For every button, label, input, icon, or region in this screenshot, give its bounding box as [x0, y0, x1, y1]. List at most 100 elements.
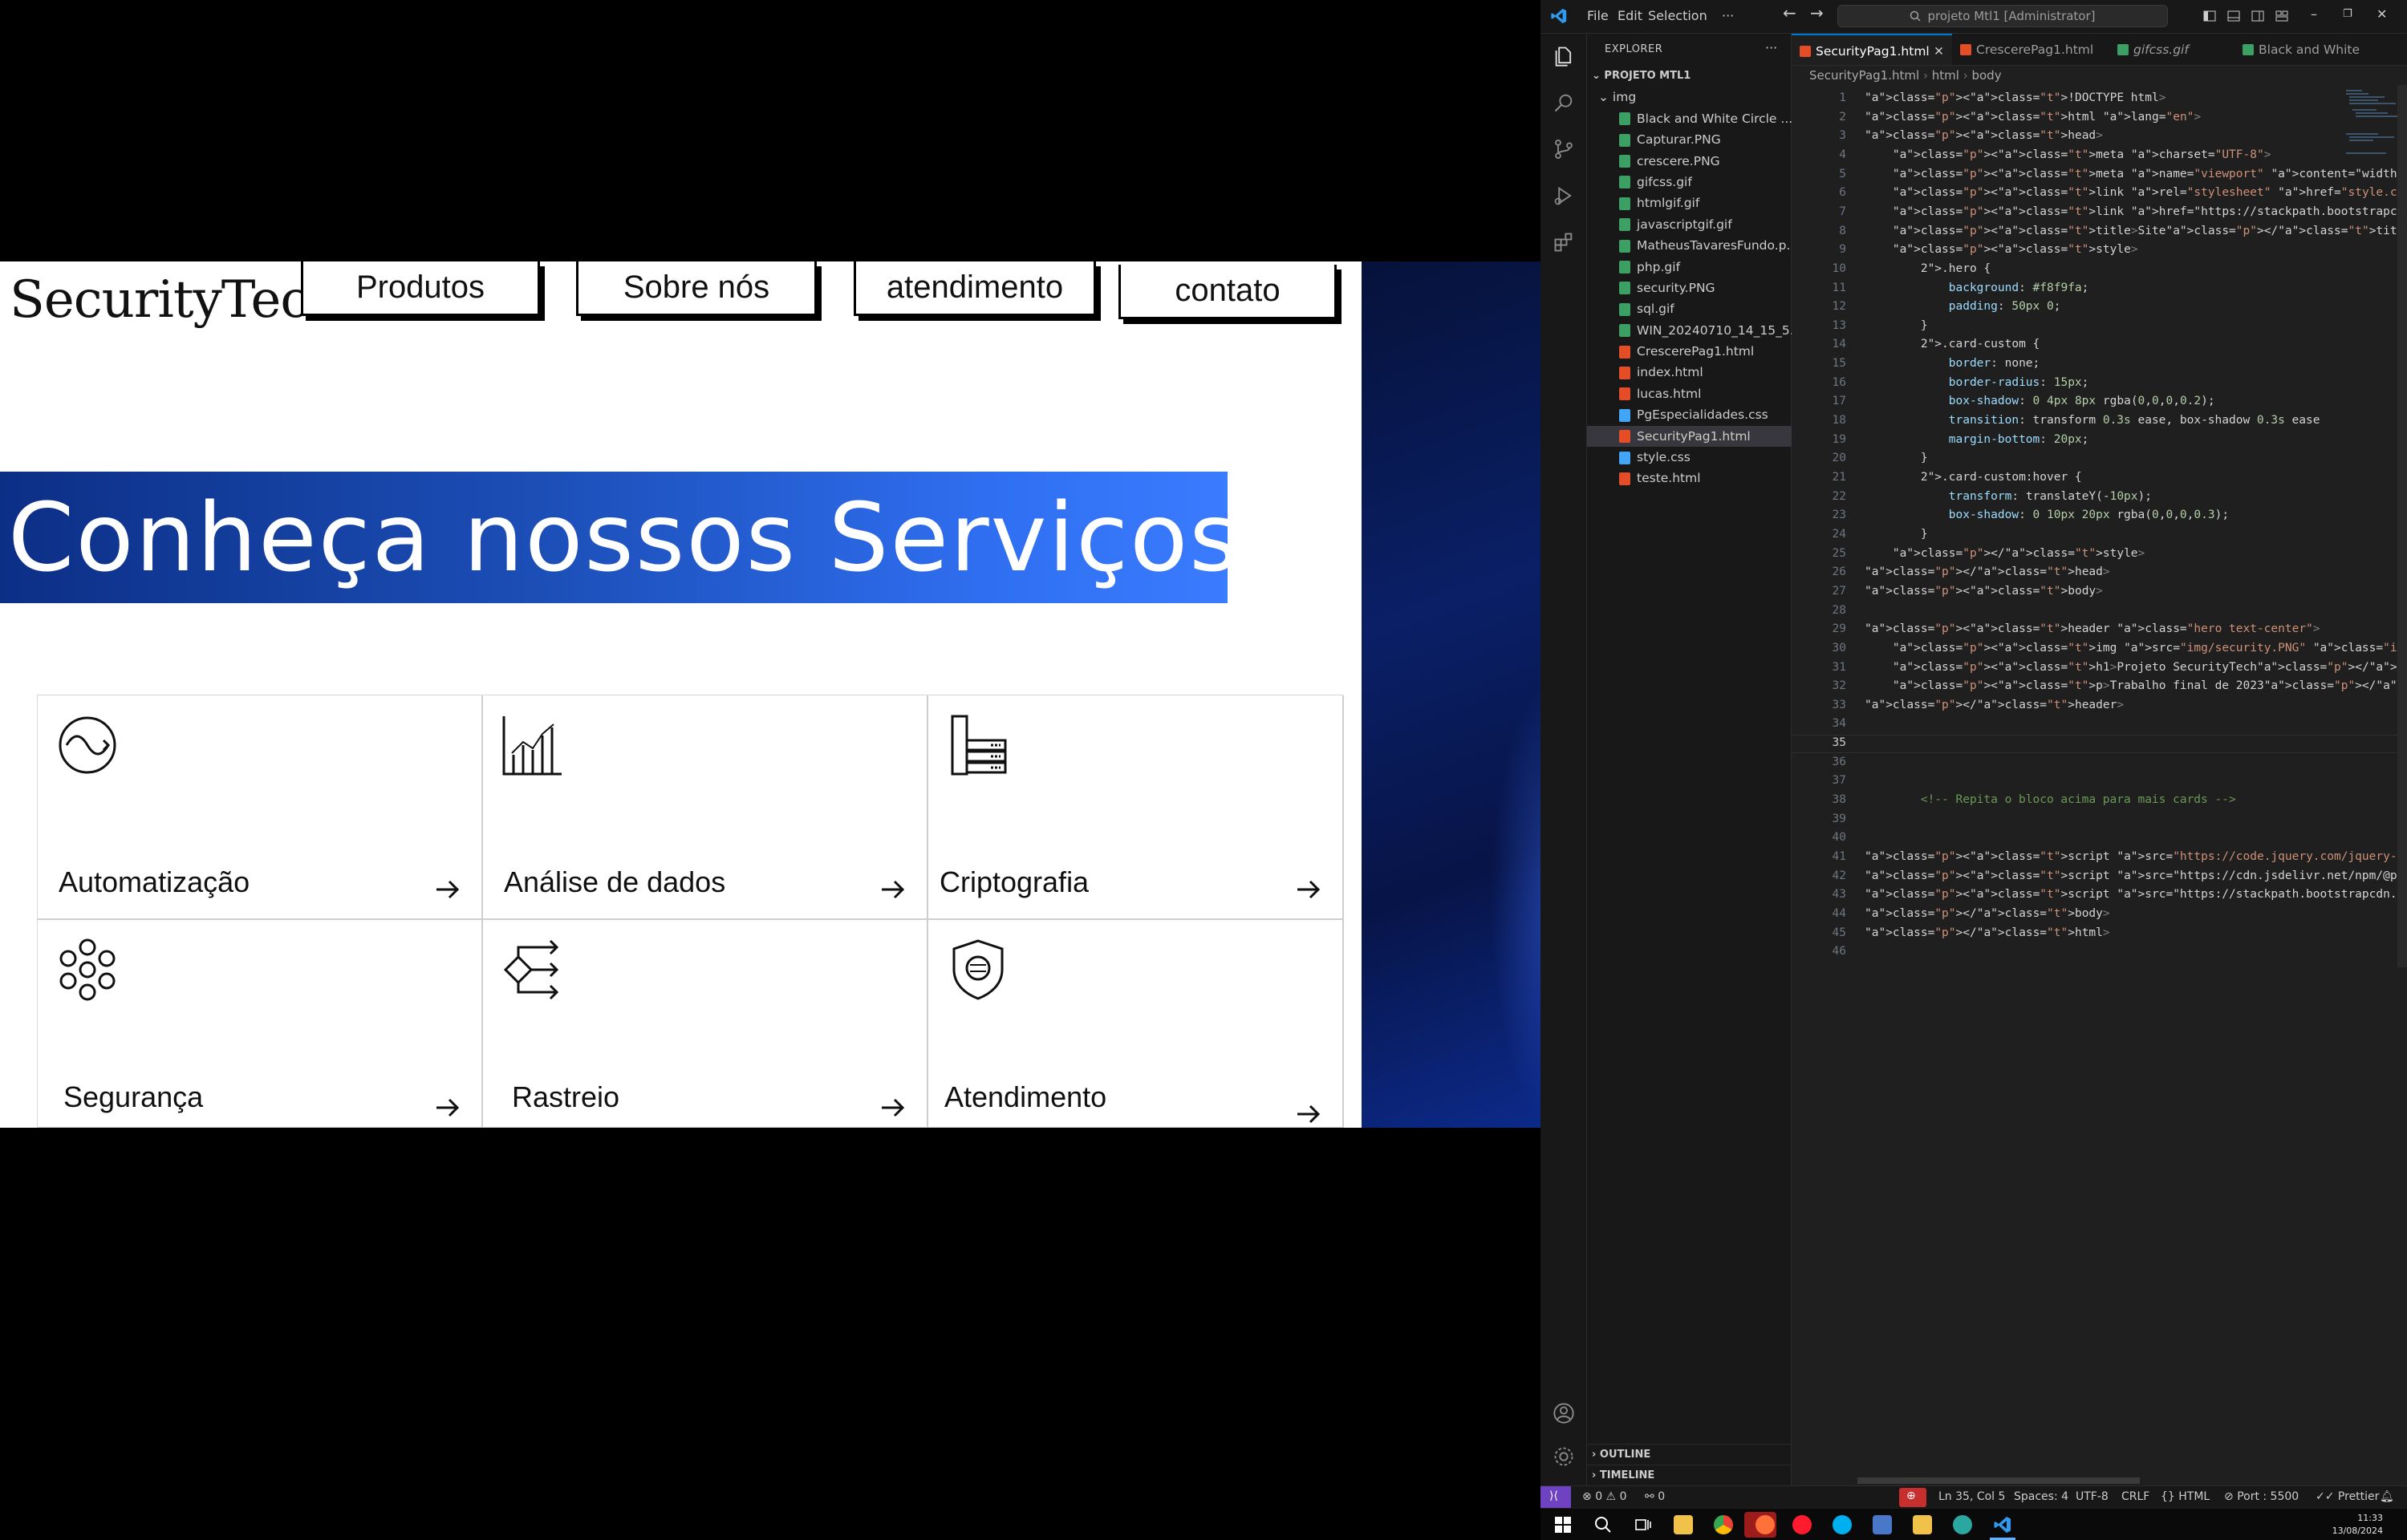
close-icon[interactable]: ✕: [2377, 6, 2387, 22]
breadcrumb-file[interactable]: SecurityPag1.html: [1809, 68, 1919, 83]
breadcrumb-body[interactable]: body: [1971, 68, 2001, 83]
store-icon[interactable]: [1913, 1515, 1932, 1534]
arrow-right-icon[interactable]: [877, 873, 909, 906]
arrow-right-icon[interactable]: [877, 1092, 909, 1124]
tree-file[interactable]: style.css: [1587, 447, 1792, 468]
line-ending[interactable]: CRLF: [2121, 1490, 2149, 1503]
tree-file[interactable]: CrescerePag1.html: [1587, 341, 1792, 362]
app-icon-blue[interactable]: [1873, 1515, 1892, 1534]
tree-file[interactable]: Capturar.PNG: [1587, 129, 1792, 150]
extensions-icon[interactable]: [1553, 231, 1575, 253]
service-card-criptografia[interactable]: Criptografia: [928, 695, 1344, 920]
toggle-panel-icon[interactable]: [2227, 10, 2240, 22]
live-server-port[interactable]: ⊘ Port : 5500: [2224, 1490, 2299, 1503]
app-icon-teal[interactable]: [1953, 1515, 1972, 1534]
remote-indicator[interactable]: ⟩⟨: [1540, 1486, 1571, 1509]
tab-crescerepag1[interactable]: CrescerePag1.html: [1952, 34, 2109, 65]
command-center[interactable]: projeto Mtl1 [Administrator]: [1837, 5, 2168, 27]
tree-file[interactable]: WIN_20240710_14_15_5...: [1587, 320, 1792, 341]
service-card-analise-de-dados[interactable]: Análise de dados: [483, 695, 928, 920]
tree-file[interactable]: index.html: [1587, 362, 1792, 383]
close-tab-icon[interactable]: ✕: [1934, 35, 1944, 65]
horizontal-scrollbar[interactable]: [1857, 1477, 2140, 1484]
service-card-atendimento[interactable]: Atendimento: [928, 920, 1344, 1128]
encoding[interactable]: UTF-8: [2076, 1490, 2109, 1503]
service-card-automatizacao[interactable]: Automatização: [38, 695, 483, 920]
search-icon[interactable]: [1593, 1515, 1613, 1534]
menu-file[interactable]: File: [1587, 8, 1609, 23]
tree-file[interactable]: javascriptgif.gif: [1587, 214, 1792, 235]
firefox-icon[interactable]: [1756, 1515, 1775, 1534]
maximize-icon[interactable]: ❐: [2343, 8, 2352, 20]
code-editor[interactable]: 1 "a">class="p"><"a">class="t">!DOCTYPE h…: [1792, 85, 2407, 1481]
service-card-seguranca[interactable]: Segurança: [38, 920, 483, 1128]
minimize-icon[interactable]: –: [2311, 6, 2317, 22]
search-icon[interactable]: [1553, 91, 1575, 114]
tree-file[interactable]: sql.gif: [1587, 298, 1792, 319]
tree-folder[interactable]: ⌄ img: [1587, 87, 1792, 107]
arrow-right-icon[interactable]: [1293, 1098, 1325, 1128]
nav-produtos[interactable]: Produtos: [301, 261, 540, 316]
minimap[interactable]: [2344, 85, 2397, 181]
tree-file[interactable]: MatheusTavaresFundo.p...: [1587, 235, 1792, 256]
run-debug-icon[interactable]: [1553, 184, 1575, 207]
nav-sobre-nos[interactable]: Sobre nós: [576, 261, 817, 316]
nav-forward-icon[interactable]: →: [1810, 3, 1824, 22]
menu-selection[interactable]: Selection: [1648, 8, 1707, 23]
tree-file[interactable]: teste.html: [1587, 468, 1792, 488]
task-view-icon[interactable]: [1634, 1515, 1653, 1534]
settings-gear-icon[interactable]: [1553, 1445, 1575, 1468]
toggle-secondary-sidebar-icon[interactable]: [2251, 10, 2264, 22]
outline-section[interactable]: › OUTLINE: [1587, 1444, 1792, 1465]
customize-layout-icon[interactable]: [2275, 10, 2288, 22]
service-card-rastreio[interactable]: Rastreio: [483, 920, 928, 1128]
opera-icon[interactable]: [1792, 1515, 1812, 1534]
tree-file[interactable]: PgEspecialidades.css: [1587, 404, 1792, 425]
menu-more[interactable]: ···: [1722, 8, 1734, 23]
source-control-icon[interactable]: [1553, 138, 1575, 160]
html-file-icon: [1619, 430, 1630, 444]
tree-file[interactable]: htmlgif.gif: [1587, 192, 1792, 213]
language-mode[interactable]: {} HTML: [2161, 1490, 2210, 1503]
problems-indicator[interactable]: ⊗ 0 ⚠ 0: [1582, 1490, 1626, 1503]
vscode-taskbar-icon[interactable]: [1993, 1515, 2012, 1534]
tab-securitypag1[interactable]: SecurityPag1.html ✕: [1792, 34, 1952, 65]
more-actions-icon[interactable]: ···: [1765, 40, 1777, 55]
timeline-section[interactable]: › TIMELINE: [1587, 1465, 1792, 1485]
tree-file[interactable]: gifcss.gif: [1587, 172, 1792, 192]
cursor-position[interactable]: Ln 35, Col 5: [1938, 1490, 2005, 1503]
tree-file[interactable]: lucas.html: [1587, 383, 1792, 404]
accounts-icon[interactable]: [1553, 1402, 1575, 1424]
arrow-right-icon[interactable]: [432, 1092, 464, 1124]
tree-file[interactable]: crescere.PNG: [1587, 151, 1792, 172]
arrow-right-icon[interactable]: [432, 873, 464, 906]
windows-start-icon[interactable]: [1553, 1515, 1573, 1534]
nav-back-icon[interactable]: ←: [1783, 3, 1796, 22]
tree-item-label: javascriptgif.gif: [1637, 217, 1732, 232]
tree-file[interactable]: SecurityPag1.html: [1587, 425, 1792, 448]
explorer-files-icon[interactable]: [1553, 45, 1575, 67]
menu-edit[interactable]: Edit: [1618, 8, 1642, 23]
indentation[interactable]: Spaces: 4: [2014, 1490, 2068, 1503]
tab-gifcss[interactable]: gifcss.gif: [2109, 34, 2234, 65]
tree-file[interactable]: Black and White Circle ...: [1587, 108, 1792, 129]
brand-logo[interactable]: SecurityTech: [10, 268, 341, 332]
notifications-bell-icon[interactable]: 🔔︎: [2380, 1490, 2394, 1503]
nav-atendimento[interactable]: atendimento: [854, 261, 1096, 316]
file-explorer-icon[interactable]: [1674, 1515, 1693, 1534]
system-clock[interactable]: 11:33 13/08/2024: [2332, 1512, 2383, 1538]
arrow-right-icon[interactable]: [1293, 873, 1325, 906]
vertical-scrollbar[interactable]: [2397, 85, 2407, 967]
toggle-sidebar-icon[interactable]: [2203, 10, 2216, 22]
tree-file[interactable]: php.gif: [1587, 257, 1792, 278]
zoom-indicator[interactable]: ⊕: [1899, 1488, 1926, 1507]
project-folder[interactable]: ⌄ PROJETO MTL1: [1587, 66, 1792, 87]
prettier-status[interactable]: ✓✓ Prettier: [2316, 1490, 2379, 1503]
nav-contato[interactable]: contato: [1118, 265, 1337, 319]
ports-indicator[interactable]: ⚯ 0: [1645, 1490, 1665, 1503]
tab-black-and-white[interactable]: Black and White: [2234, 34, 2407, 65]
tree-file[interactable]: security.PNG: [1587, 278, 1792, 298]
skype-icon[interactable]: [1833, 1515, 1852, 1534]
chrome-icon[interactable]: [1714, 1515, 1733, 1534]
breadcrumb-html[interactable]: html: [1932, 68, 1959, 83]
